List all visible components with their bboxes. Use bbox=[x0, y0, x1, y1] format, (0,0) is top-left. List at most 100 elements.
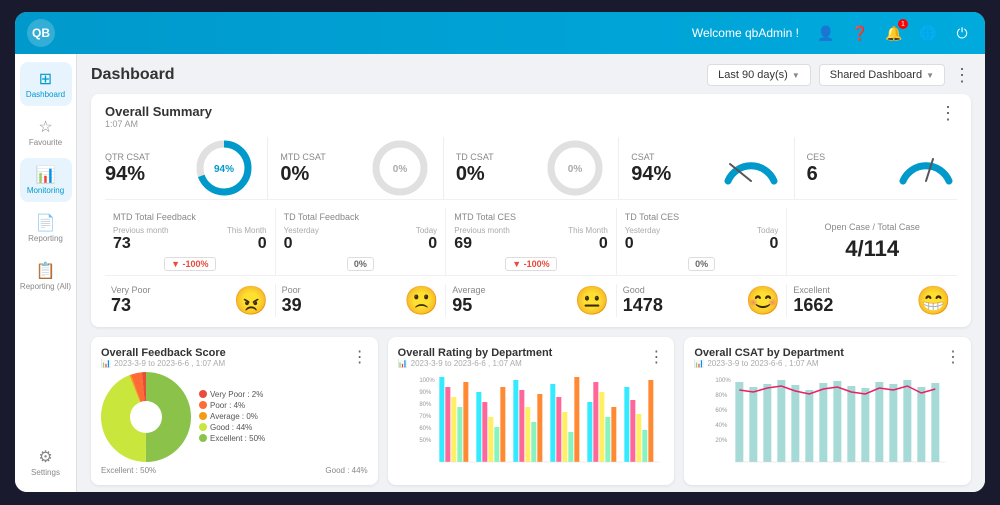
fb-td-ces-prev-val: 0 bbox=[625, 235, 660, 253]
sidebar-label-favourite: Favourite bbox=[29, 139, 62, 148]
svg-text:94%: 94% bbox=[214, 164, 234, 175]
mtd-csat-chart: 0% bbox=[369, 137, 431, 199]
csat-gauge bbox=[720, 149, 782, 187]
sidebar-label-settings: Settings bbox=[31, 469, 60, 478]
sidebar: ⊞ Dashboard ☆ Favourite 📊 Monitoring 📄 R… bbox=[15, 54, 77, 492]
chart-csat-header: Overall CSAT by Department 📊 2023-3-9 to… bbox=[694, 347, 961, 368]
excellent-emoji: 😁 bbox=[916, 284, 951, 317]
csat-label: CSAT bbox=[631, 152, 654, 162]
open-case-title: Open Case / Total Case bbox=[824, 222, 919, 232]
metrics-row: QTR CSAT 94% 94% bbox=[105, 137, 957, 199]
svg-text:100%: 100% bbox=[716, 378, 732, 384]
feedback-row: MTD Total Feedback Previous month 73 Thi… bbox=[105, 199, 957, 275]
sidebar-item-monitoring[interactable]: 📊 Monitoring bbox=[20, 158, 72, 202]
sent-very-poor-label: Very Poor bbox=[111, 285, 228, 295]
open-case-value: 4/114 bbox=[845, 236, 899, 262]
sentiment-row: Very Poor 73 😠 Poor 39 🙁 bbox=[105, 275, 957, 317]
sidebar-item-settings[interactable]: ⚙ Settings bbox=[20, 440, 72, 484]
fb-curr-val: 0 bbox=[227, 235, 267, 253]
reporting-all-icon: 📋 bbox=[36, 261, 56, 281]
chart-rating-title: Overall Rating by Department bbox=[398, 347, 553, 359]
welcome-text: Welcome qbAdmin ! bbox=[692, 26, 799, 40]
sentiment-very-poor: Very Poor 73 😠 bbox=[105, 284, 276, 317]
td-csat-value: 0% bbox=[456, 164, 485, 184]
sent-very-poor-value: 73 bbox=[111, 295, 228, 316]
sidebar-item-reporting-all[interactable]: 📋 Reporting (All) bbox=[20, 254, 72, 298]
sidebar-label-monitoring: Monitoring bbox=[27, 187, 64, 196]
metric-mtd-csat: MTD CSAT 0% bbox=[280, 152, 360, 184]
sent-average-value: 95 bbox=[452, 295, 569, 316]
fb-td-total: TD Total Feedback Yesterday 0 Today 0 bbox=[276, 208, 447, 275]
dashboard-type-dropdown[interactable]: Shared Dashboard bbox=[819, 64, 945, 86]
fb-td-ces-badge: 0% bbox=[688, 257, 715, 271]
mtd-csat-label: MTD CSAT bbox=[280, 152, 325, 162]
pie-legend: Very Poor : 2% Poor : 4% Average : 0% Go… bbox=[199, 390, 265, 445]
fb-mtd-ces: MTD Total CES Previous month 69 This Mon… bbox=[446, 208, 617, 275]
bar-chart-svg: 100% 90% 80% 70% 60% 50% bbox=[398, 372, 665, 467]
favourite-icon: ☆ bbox=[38, 117, 52, 137]
very-poor-emoji: 😠 bbox=[234, 284, 269, 317]
fb-mtd-ces-title: MTD Total CES bbox=[454, 212, 608, 222]
chart-rating-more[interactable]: ⋮ bbox=[648, 347, 664, 367]
svg-text:60%: 60% bbox=[419, 426, 432, 432]
sidebar-item-dashboard[interactable]: ⊞ Dashboard bbox=[20, 62, 72, 106]
section-subtitle: 1:07 AM bbox=[105, 119, 212, 129]
section-title: Overall Summary bbox=[105, 104, 212, 119]
overall-summary-card: Overall Summary 1:07 AM ⋮ QTR CSAT 94% bbox=[91, 94, 971, 327]
svg-text:50%: 50% bbox=[419, 438, 432, 444]
ces-gauge bbox=[895, 149, 957, 187]
reporting-icon: 📄 bbox=[36, 213, 56, 233]
sent-poor-value: 39 bbox=[282, 295, 399, 316]
svg-text:20%: 20% bbox=[716, 438, 729, 444]
chart-feedback-subtitle: 📊 2023-3-9 to 2023-6-6 , 1:07 AM bbox=[101, 359, 226, 368]
td-csat-label: TD CSAT bbox=[456, 152, 494, 162]
chart-feedback-score: Overall Feedback Score 📊 2023-3-9 to 202… bbox=[91, 337, 378, 485]
chart-csat-subtitle: 📊 2023-3-9 to 2023-6-6 , 1:07 AM bbox=[694, 359, 844, 368]
fb-td-prev-label: Yesterday bbox=[284, 226, 319, 235]
fb-prev-val: 73 bbox=[113, 235, 169, 253]
date-filter-dropdown[interactable]: Last 90 day(s) bbox=[707, 64, 811, 86]
fb-prev-label: Previous month bbox=[113, 226, 169, 235]
header-controls: Last 90 day(s) Shared Dashboard ⋮ bbox=[707, 64, 971, 86]
csat-value: 94% bbox=[631, 164, 671, 184]
fb-td-ces-prev-label: Yesterday bbox=[625, 226, 660, 235]
section-header: Overall Summary 1:07 AM ⋮ bbox=[105, 104, 957, 129]
user-icon[interactable]: 👤 bbox=[815, 22, 837, 44]
sentiment-good: Good 1478 😊 bbox=[617, 284, 788, 317]
svg-text:100%: 100% bbox=[419, 378, 435, 384]
ces-value: 6 bbox=[807, 164, 818, 184]
qtr-csat-label: QTR CSAT bbox=[105, 152, 150, 162]
fb-td-ces-values: Yesterday 0 Today 0 bbox=[625, 226, 779, 253]
chart-rating-subtitle: 📊 2023-3-9 to 2023-6-6 , 1:07 AM bbox=[398, 359, 553, 368]
fb-mtd-ces-prev-label: Previous month bbox=[454, 226, 510, 235]
dashboard-icon: ⊞ bbox=[39, 69, 52, 89]
fb-td-values: Yesterday 0 Today 0 bbox=[284, 226, 438, 253]
monitoring-icon: 📊 bbox=[36, 165, 56, 185]
average-emoji: 😐 bbox=[575, 284, 610, 317]
svg-text:40%: 40% bbox=[716, 423, 729, 429]
sidebar-item-favourite[interactable]: ☆ Favourite bbox=[20, 110, 72, 154]
chart-csat-title: Overall CSAT by Department bbox=[694, 347, 844, 359]
sent-poor-label: Poor bbox=[282, 285, 399, 295]
fb-td-ces-title: TD Total CES bbox=[625, 212, 779, 222]
power-icon[interactable]: ⏻ bbox=[951, 22, 973, 44]
chart-csat-more[interactable]: ⋮ bbox=[945, 347, 961, 367]
poor-emoji: 🙁 bbox=[404, 284, 439, 317]
sidebar-label-reporting-all: Reporting (All) bbox=[20, 283, 71, 292]
app-logo: QB bbox=[27, 19, 55, 47]
metric-ces: CES 6 bbox=[807, 152, 887, 184]
header-more-button[interactable]: ⋮ bbox=[953, 65, 971, 86]
chart-feedback-more[interactable]: ⋮ bbox=[352, 347, 368, 367]
sidebar-item-reporting[interactable]: 📄 Reporting bbox=[20, 206, 72, 250]
chart-rating-header: Overall Rating by Department 📊 2023-3-9 … bbox=[398, 347, 665, 368]
svg-text:60%: 60% bbox=[716, 408, 729, 414]
fb-td-ces-curr-val: 0 bbox=[757, 235, 778, 253]
help-icon[interactable]: ❓ bbox=[849, 22, 871, 44]
metric-qtr-csat: QTR CSAT 94% bbox=[105, 152, 185, 184]
pie-chart-svg bbox=[101, 372, 191, 462]
svg-text:0%: 0% bbox=[568, 164, 583, 175]
mtd-csat-value: 0% bbox=[280, 164, 309, 184]
notification-icon[interactable]: 🔔1 bbox=[883, 22, 905, 44]
section-more-button[interactable]: ⋮ bbox=[939, 104, 957, 122]
language-icon[interactable]: 🌐 bbox=[917, 22, 939, 44]
